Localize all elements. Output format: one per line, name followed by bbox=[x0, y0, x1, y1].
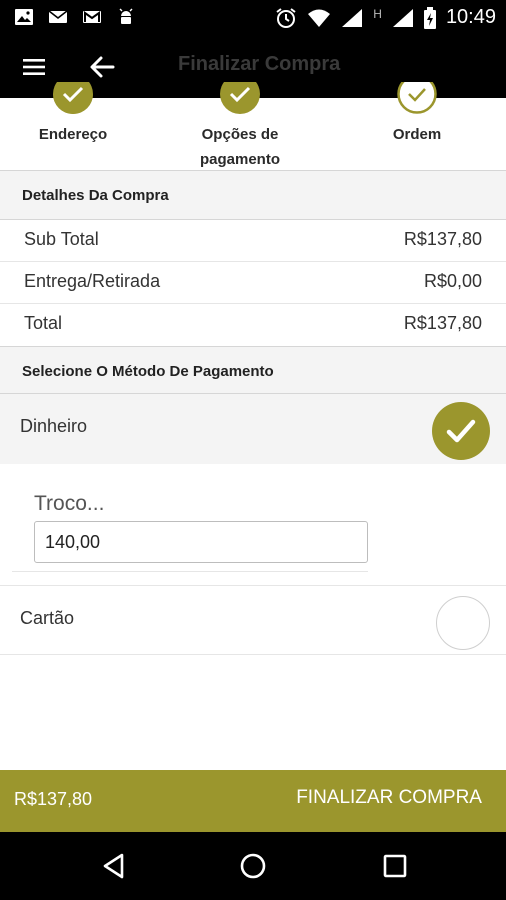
change-label: Troco... bbox=[34, 492, 105, 515]
step-label: Endereço bbox=[38, 126, 108, 143]
page-title: Finalizar Compra bbox=[178, 53, 341, 75]
android-icon bbox=[119, 8, 133, 24]
wifi-icon bbox=[308, 9, 331, 27]
row-value: R$0,00 bbox=[423, 271, 482, 291]
checkout-stepper: Endereço Opções de pagamento Ordem bbox=[0, 82, 506, 170]
step-label: Ordem bbox=[392, 126, 442, 143]
row-label: Total bbox=[24, 313, 63, 333]
home-circle-icon[interactable] bbox=[239, 852, 267, 880]
gmail-icon bbox=[83, 11, 101, 23]
purchase-details-header: Detalhes Da Compra bbox=[0, 170, 506, 220]
payment-method-header: Selecione O Método De Pagamento bbox=[0, 346, 506, 394]
back-arrow-icon[interactable] bbox=[88, 53, 116, 81]
check-icon bbox=[397, 82, 437, 114]
change-amount-input[interactable] bbox=[34, 521, 368, 563]
menu-icon[interactable] bbox=[22, 55, 46, 79]
status-notifications bbox=[14, 8, 136, 26]
unselected-radio-icon[interactable] bbox=[436, 596, 490, 650]
back-triangle-icon[interactable] bbox=[100, 852, 128, 880]
email-icon bbox=[48, 10, 68, 23]
alarm-icon bbox=[276, 7, 296, 28]
divider bbox=[12, 571, 368, 572]
summary-row-subtotal: Sub Total R$137,80 bbox=[0, 220, 506, 262]
summary-row-delivery: Entrega/Retirada R$0,00 bbox=[0, 262, 506, 304]
payment-option-cash[interactable]: Dinheiro bbox=[0, 394, 506, 464]
signal-icon bbox=[342, 8, 363, 27]
order-total: R$137,80 bbox=[14, 789, 93, 809]
signal-icon bbox=[392, 8, 413, 27]
check-icon bbox=[220, 82, 260, 114]
row-value: R$137,80 bbox=[403, 229, 482, 249]
checkout-action-bar: R$137,80 FINALIZAR COMPRA bbox=[0, 770, 506, 832]
payment-option-label: Dinheiro bbox=[20, 416, 88, 436]
selected-check-icon[interactable] bbox=[432, 402, 490, 460]
step-label: Opções de pagamento bbox=[199, 126, 280, 168]
finalize-purchase-button[interactable]: FINALIZAR COMPRA bbox=[296, 787, 482, 809]
image-icon bbox=[15, 9, 33, 25]
section-title: Detalhes Da Compra bbox=[22, 187, 169, 204]
recents-square-icon[interactable] bbox=[381, 852, 409, 880]
section-title: Selecione O Método De Pagamento bbox=[22, 363, 274, 380]
system-nav-bar bbox=[0, 832, 506, 900]
battery-icon bbox=[423, 6, 436, 29]
status-bar: H 10:49 bbox=[0, 0, 506, 36]
summary-row-total: Total R$137,80 bbox=[0, 304, 506, 346]
payment-option-label: Cartão bbox=[20, 608, 75, 628]
clock: 10:49 bbox=[445, 6, 496, 28]
status-system: H 10:49 bbox=[275, 6, 496, 29]
row-label: Sub Total bbox=[24, 229, 99, 249]
payment-option-card[interactable]: Cartão bbox=[0, 585, 506, 655]
checkmark-icon bbox=[446, 419, 476, 443]
row-value: R$137,80 bbox=[403, 313, 482, 333]
check-icon bbox=[53, 82, 93, 114]
row-label: Entrega/Retirada bbox=[24, 271, 161, 291]
network-type-label: H bbox=[373, 6, 382, 21]
